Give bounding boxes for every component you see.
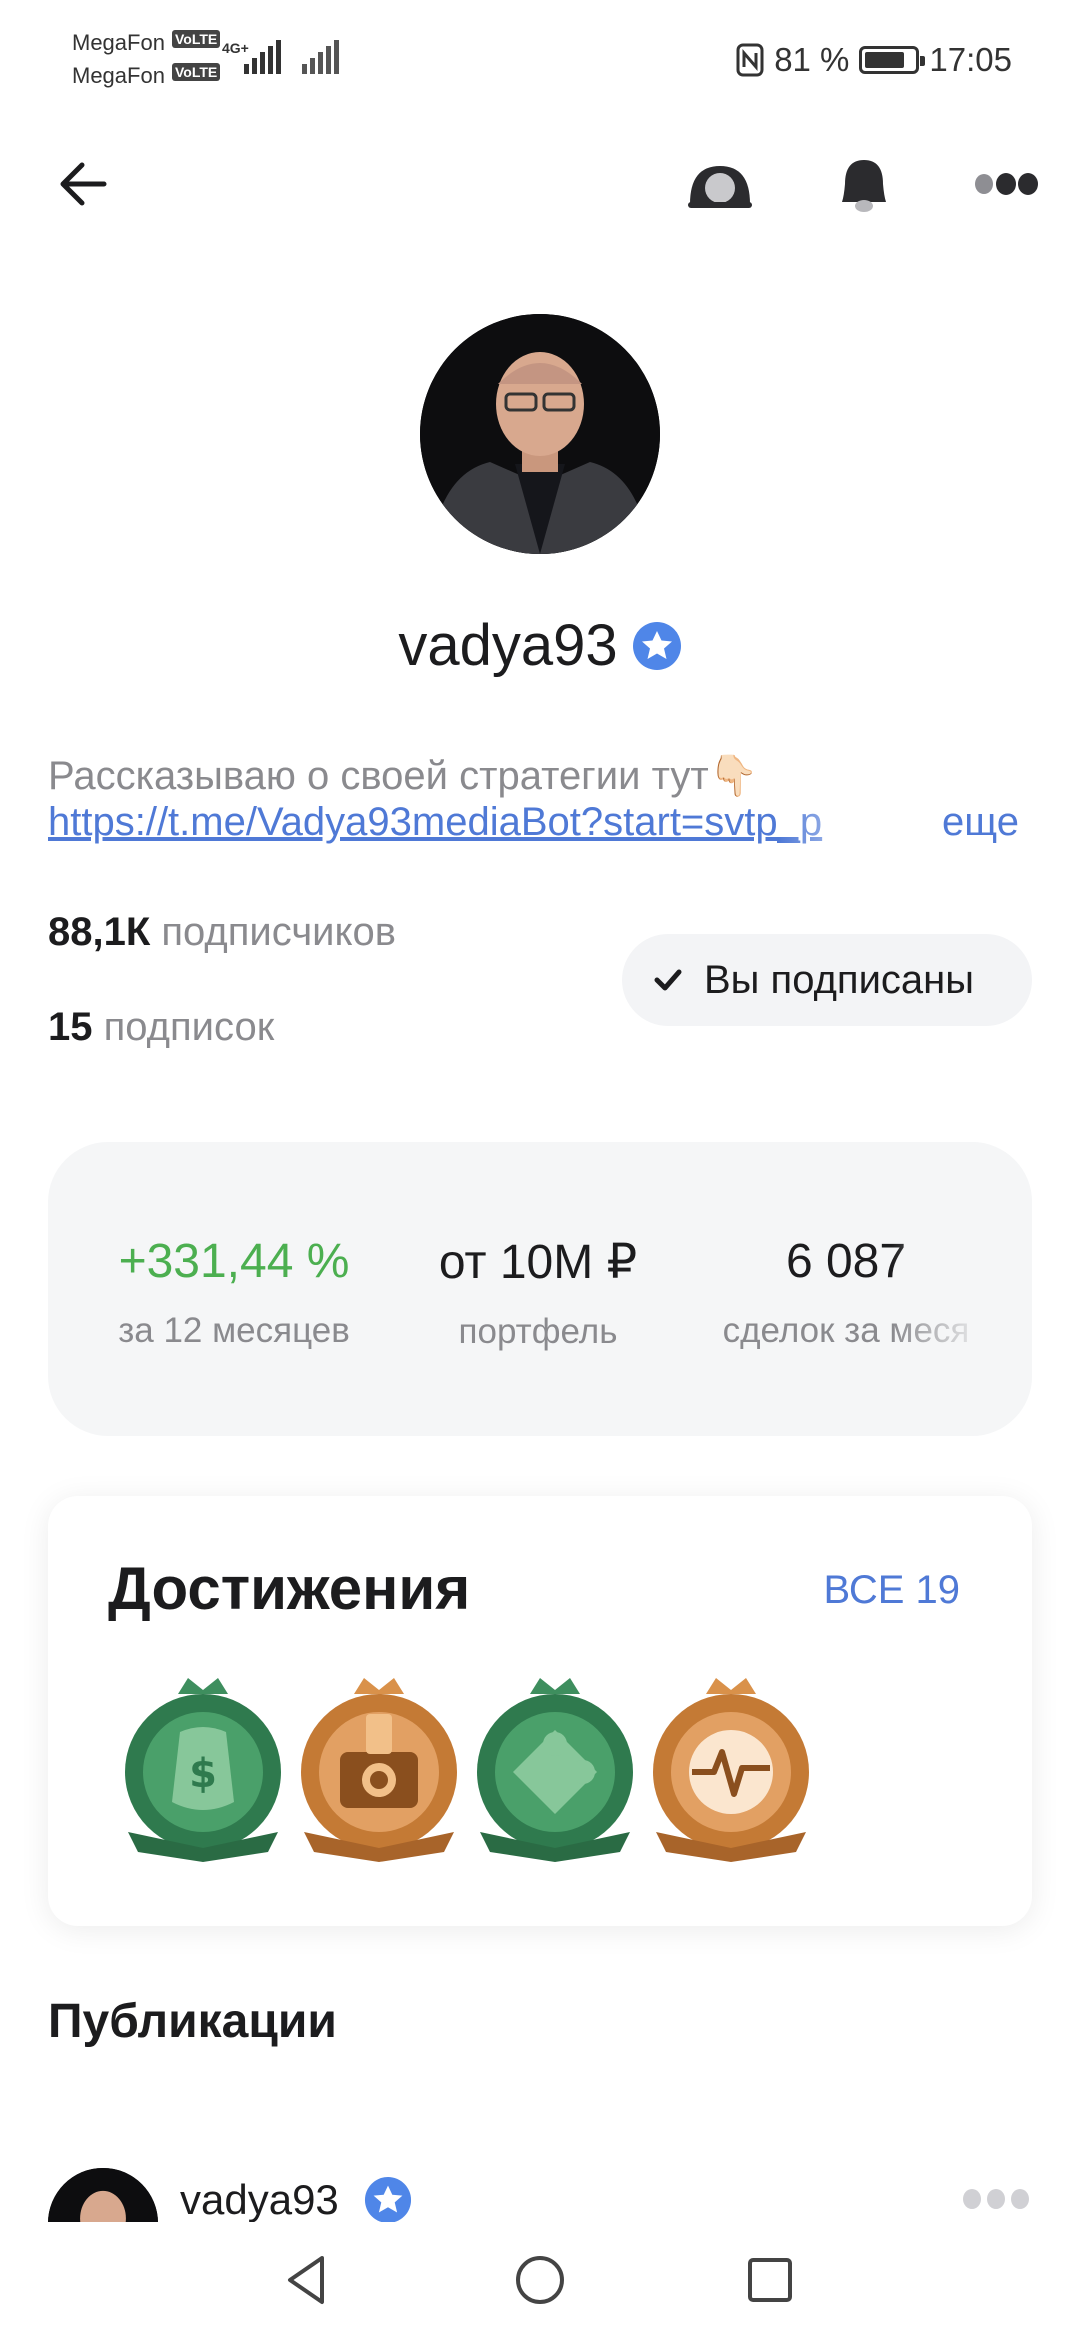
stats-card: +331,44 % за 12 месяцев от 10M ₽ портфел… xyxy=(48,1142,1032,1436)
home-circle-icon[interactable] xyxy=(504,2244,576,2316)
followers-label: подписчиков xyxy=(161,910,396,954)
recents-square-icon[interactable] xyxy=(734,2244,806,2316)
volte-badge: VoLTE xyxy=(172,63,221,81)
nfc-icon xyxy=(736,43,764,77)
profile-bio: Рассказываю о своей стратегии тут👇🏻 xyxy=(48,754,759,798)
status-right: 81 % 17:05 xyxy=(736,40,1012,80)
camera-badge-icon[interactable] xyxy=(284,1672,474,1862)
post-author-name[interactable]: vadya93 xyxy=(180,2176,339,2224)
status-bar: MegaFon VoLTE MegaFon VoLTE 4G+ 81 % 17:… xyxy=(0,0,1080,120)
bell-icon[interactable] xyxy=(828,148,900,220)
fade-overlay xyxy=(892,1142,1032,1436)
followers-count[interactable]: 88,1К подписчиков xyxy=(48,910,396,955)
achievements-all-link[interactable]: ВСЕ 19 xyxy=(823,1568,960,1613)
bio-link[interactable]: https://t.me/Vadya93mediaBot?start=svtp_… xyxy=(48,800,908,845)
checkmark-icon xyxy=(654,969,682,991)
battery-percent: 81 % xyxy=(774,41,850,78)
subscribed-label: Вы подписаны xyxy=(704,957,974,1002)
publications-title: Публикации xyxy=(48,1995,337,2048)
following-count[interactable]: 15 подписок xyxy=(48,1005,274,1050)
stat-value: +331,44 % xyxy=(118,1235,350,1288)
more-link[interactable]: еще xyxy=(942,800,1019,845)
stat-label: за 12 месяцев xyxy=(118,1311,350,1350)
post-more-icon[interactable] xyxy=(960,2184,1032,2214)
achievements-title: Достижения xyxy=(108,1555,471,1622)
pulse-badge-icon[interactable] xyxy=(636,1672,826,1862)
carrier-name: MegaFon xyxy=(72,30,165,55)
followers-number: 88,1К xyxy=(48,910,151,954)
more-dots-icon[interactable] xyxy=(970,148,1042,220)
puzzle-badge-icon[interactable] xyxy=(460,1672,650,1862)
signal-icon xyxy=(302,40,339,74)
stat-portfolio: от 10M ₽ портфель xyxy=(388,1234,688,1352)
following-number: 15 xyxy=(48,1005,93,1049)
svg-text:$: $ xyxy=(189,1751,217,1797)
verified-star-icon xyxy=(364,2176,412,2224)
clock: 17:05 xyxy=(929,41,1012,78)
profile-photo xyxy=(420,314,660,554)
subscribed-button[interactable]: Вы подписаны xyxy=(622,934,1032,1026)
username-row: vadya93 xyxy=(0,612,1080,679)
money-bag-badge-icon[interactable]: $ xyxy=(108,1672,298,1862)
toggle-icon[interactable] xyxy=(684,148,756,220)
stat-return: +331,44 % за 12 месяцев xyxy=(84,1234,384,1351)
carrier-name: MegaFon xyxy=(72,63,165,88)
following-label: подписок xyxy=(103,1005,275,1049)
signal-icon xyxy=(244,40,281,74)
back-triangle-icon[interactable] xyxy=(272,2244,344,2316)
avatar[interactable] xyxy=(420,314,660,554)
back-arrow-icon[interactable] xyxy=(52,152,116,216)
volte-badge: VoLTE xyxy=(172,30,221,48)
stat-value: от 10M ₽ xyxy=(438,1236,638,1289)
username: vadya93 xyxy=(398,613,618,678)
stat-label: портфель xyxy=(458,1312,618,1351)
verified-star-icon xyxy=(632,621,681,670)
achievements-card: Достижения ВСЕ 19 $ xyxy=(48,1496,1032,1926)
battery-icon xyxy=(859,46,926,74)
system-nav-bar xyxy=(0,2222,1080,2340)
